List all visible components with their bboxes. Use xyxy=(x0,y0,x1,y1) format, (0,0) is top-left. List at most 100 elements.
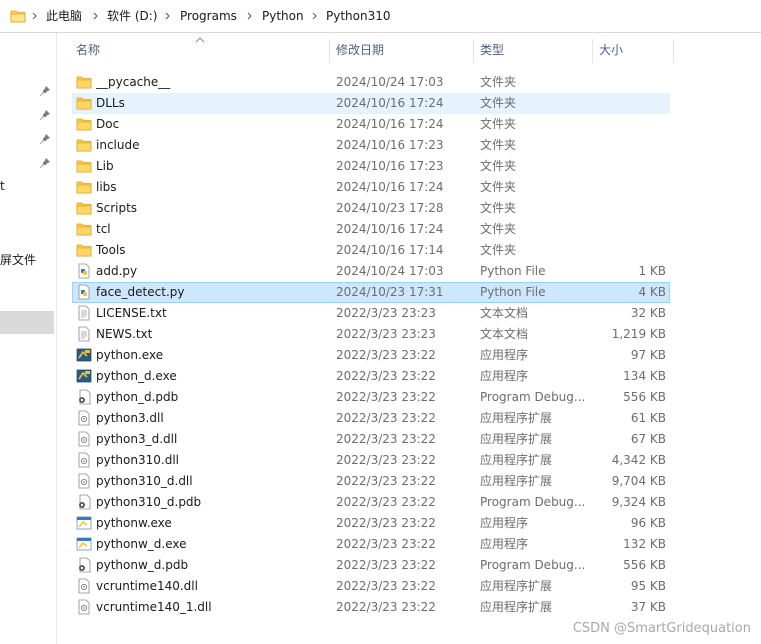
breadcrumb-this-pc[interactable]: 此电脑 xyxy=(46,8,82,24)
folder-icon xyxy=(76,181,92,194)
file-row[interactable]: vcruntime140.dll 2022/3/23 23:22 应用程序扩展 95 … xyxy=(72,576,670,597)
file-row[interactable]: LICENSE.txt 2022/3/23 23:23 文本文档 32 KB xyxy=(72,303,670,324)
nav-item-selected[interactable] xyxy=(0,311,54,334)
file-modified-date: 2022/3/23 23:22 xyxy=(336,495,436,509)
file-row[interactable]: python3.dll 2022/3/23 23:22 应用程序扩展 61 KB xyxy=(72,408,670,429)
pythonw-exe-icon xyxy=(76,516,92,530)
pin-icon[interactable] xyxy=(39,157,51,169)
file-type: 应用程序 xyxy=(480,369,529,383)
file-row[interactable]: python.exe 2022/3/23 23:22 应用程序 97 KB xyxy=(72,345,670,366)
dll-file-icon xyxy=(78,410,90,426)
file-modified-date: 2024/10/23 17:31 xyxy=(336,285,444,299)
file-row[interactable]: python310_d.pdb 2022/3/23 23:22 Program De… xyxy=(72,492,670,513)
file-modified-date: 2024/10/16 17:23 xyxy=(336,138,444,152)
file-row[interactable]: tcl 2024/10/16 17:24 文件夹 xyxy=(72,219,670,240)
column-size[interactable]: 大小 xyxy=(599,37,623,63)
file-modified-date: 2022/3/23 23:22 xyxy=(336,558,436,572)
file-size: 4 KB xyxy=(638,285,666,299)
file-row[interactable]: __pycache__ 2024/10/24 17:03 文件夹 xyxy=(72,72,670,93)
file-row[interactable]: python310.dll 2022/3/23 23:22 应用程序扩展 4,342 … xyxy=(72,450,670,471)
file-name: python3.dll xyxy=(96,411,164,425)
file-size xyxy=(592,219,666,240)
file-row[interactable]: Scripts 2024/10/23 17:28 文件夹 xyxy=(72,198,670,219)
chevron-right-icon[interactable] xyxy=(31,8,39,24)
folder-icon xyxy=(76,76,92,89)
dll-file-icon xyxy=(78,578,90,594)
file-type: 文本文档 xyxy=(480,327,529,341)
nav-item-fragment[interactable]: 屏文件 xyxy=(0,251,36,268)
file-type: 应用程序扩展 xyxy=(480,600,553,614)
file-type: 应用程序扩展 xyxy=(480,474,553,488)
pin-icon[interactable] xyxy=(39,85,51,97)
file-row[interactable]: Lib 2024/10/16 17:23 文件夹 xyxy=(72,156,670,177)
column-type[interactable]: 类型 xyxy=(480,37,504,63)
column-date[interactable]: 修改日期 xyxy=(336,37,384,63)
file-name: python_d.pdb xyxy=(96,390,179,404)
dll-file-icon xyxy=(78,599,90,615)
file-size: 9,704 KB xyxy=(611,474,666,488)
chevron-right-icon[interactable] xyxy=(92,8,100,24)
file-name: tcl xyxy=(96,222,111,236)
file-name: Tools xyxy=(96,243,126,257)
file-row[interactable]: include 2024/10/16 17:23 文件夹 xyxy=(72,135,670,156)
folder-icon xyxy=(76,118,92,131)
file-name: DLLs xyxy=(96,96,125,110)
file-row[interactable]: pythonw_d.pdb 2022/3/23 23:22 Program Debu… xyxy=(72,555,670,576)
file-type: 应用程序扩展 xyxy=(480,432,553,446)
file-modified-date: 2024/10/16 17:24 xyxy=(336,180,444,194)
file-row[interactable]: Tools 2024/10/16 17:14 文件夹 xyxy=(72,240,670,261)
file-row[interactable]: add.py 2024/10/24 17:03 Python File 1 KB xyxy=(72,261,670,282)
file-name: pythonw_d.exe xyxy=(96,537,187,551)
column-name[interactable]: 名称 xyxy=(76,37,100,63)
column-divider[interactable] xyxy=(673,39,674,63)
file-type: 应用程序扩展 xyxy=(480,411,553,425)
file-row[interactable]: python_d.pdb 2022/3/23 23:22 Program Debug… xyxy=(72,387,670,408)
file-row[interactable]: vcruntime140_1.dll 2022/3/23 23:22 应用程序扩展 3… xyxy=(72,597,670,618)
file-row[interactable]: DLLs 2024/10/16 17:24 文件夹 xyxy=(72,93,670,114)
file-size: 1 KB xyxy=(638,264,666,278)
file-name: libs xyxy=(96,180,117,194)
python-exe-icon xyxy=(76,348,92,362)
breadcrumb-python[interactable]: Python xyxy=(262,8,304,24)
breadcrumb-programs[interactable]: Programs xyxy=(180,8,237,24)
chevron-right-icon[interactable] xyxy=(164,8,172,24)
file-name: LICENSE.txt xyxy=(96,306,167,320)
column-divider[interactable] xyxy=(329,39,330,63)
chevron-right-icon[interactable] xyxy=(246,8,254,24)
file-size: 95 KB xyxy=(630,579,666,593)
column-header: 名称 修改日期 类型 大小 xyxy=(0,37,761,63)
file-row[interactable]: libs 2024/10/16 17:24 文件夹 xyxy=(72,177,670,198)
column-divider[interactable] xyxy=(473,39,474,63)
file-row[interactable]: python310_d.dll 2022/3/23 23:22 应用程序扩展 9,70… xyxy=(72,471,670,492)
file-name: vcruntime140_1.dll xyxy=(96,600,212,614)
file-row[interactable]: python3_d.dll 2022/3/23 23:22 应用程序扩展 67 KB xyxy=(72,429,670,450)
file-size xyxy=(592,156,666,177)
column-divider[interactable] xyxy=(592,39,593,63)
pythonw-exe-icon xyxy=(76,537,92,551)
file-row[interactable]: pythonw_d.exe 2022/3/23 23:22 应用程序 132 KB xyxy=(72,534,670,555)
file-type: 应用程序 xyxy=(480,348,529,362)
breadcrumb-drive-d[interactable]: 软件 (D:) xyxy=(107,8,157,24)
pin-icon[interactable] xyxy=(39,133,51,145)
chevron-right-icon[interactable] xyxy=(311,8,319,24)
breadcrumb-python310[interactable]: Python310 xyxy=(326,8,391,24)
pin-icon[interactable] xyxy=(39,109,51,121)
navigation-pane[interactable]: t 屏文件 xyxy=(0,33,57,644)
folder-icon xyxy=(76,139,92,152)
file-modified-date: 2024/10/24 17:03 xyxy=(336,75,444,89)
file-name: pythonw_d.pdb xyxy=(96,558,189,572)
file-type: 应用程序扩展 xyxy=(480,579,553,593)
file-row[interactable]: NEWS.txt 2022/3/23 23:23 文本文档 1,219 KB xyxy=(72,324,670,345)
file-row[interactable]: python_d.exe 2022/3/23 23:22 应用程序 134 KB xyxy=(72,366,670,387)
nav-item-fragment[interactable]: t xyxy=(0,179,5,193)
file-row[interactable]: pythonw.exe 2022/3/23 23:22 应用程序 96 KB xyxy=(72,513,670,534)
file-size xyxy=(592,240,666,261)
file-modified-date: 2022/3/23 23:22 xyxy=(336,432,436,446)
file-size: 61 KB xyxy=(630,411,666,425)
file-name: pythonw.exe xyxy=(96,516,172,530)
file-size xyxy=(592,135,666,156)
address-bar[interactable]: 此电脑 软件 (D:) Programs Python Python310 xyxy=(0,0,761,33)
file-row[interactable]: Doc 2024/10/16 17:24 文件夹 xyxy=(72,114,670,135)
file-row[interactable]: face_detect.py 2024/10/23 17:31 Python Fil… xyxy=(72,282,670,303)
folder-icon xyxy=(76,202,92,215)
